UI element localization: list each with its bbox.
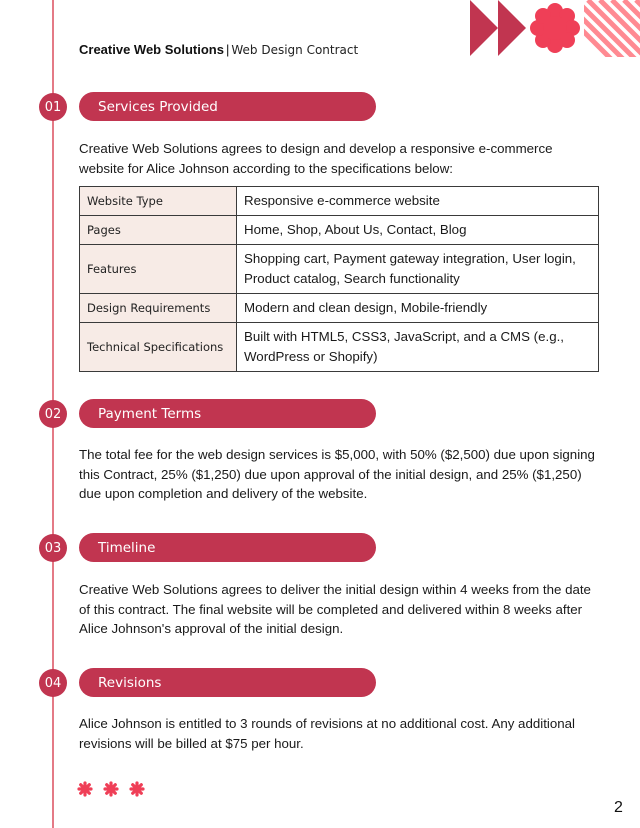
table-key: Technical Specifications (79, 322, 237, 372)
header-decoration (470, 0, 640, 57)
section-number: 03 (39, 534, 67, 562)
table-value: Built with HTML5, CSS3, JavaScript, and … (236, 322, 599, 372)
asterisk-icon (103, 781, 119, 797)
flower-icon (530, 3, 580, 53)
page-number: 2 (614, 799, 623, 816)
table-value: Modern and clean design, Mobile-friendly (236, 293, 599, 323)
table-row: Pages Home, Shop, About Us, Contact, Blo… (79, 215, 599, 245)
table-key: Pages (79, 215, 237, 245)
section-header-payment: 02 Payment Terms (0, 399, 400, 429)
section-header-revisions: 04 Revisions (0, 668, 400, 698)
specifications-table: Website Type Responsive e-commerce websi… (79, 186, 599, 372)
section-title: Services Provided (79, 92, 376, 121)
section-title: Revisions (79, 668, 376, 697)
table-key: Features (79, 244, 237, 294)
table-value: Home, Shop, About Us, Contact, Blog (236, 215, 599, 245)
company-name: Creative Web Solutions (79, 42, 224, 57)
table-row: Technical Specifications Built with HTML… (79, 322, 599, 372)
revisions-text: Alice Johnson is entitled to 3 rounds of… (79, 716, 575, 751)
header-separator: | (225, 42, 230, 57)
table-row: Features Shopping cart, Payment gateway … (79, 244, 599, 294)
timeline-text: Creative Web Solutions agrees to deliver… (79, 582, 591, 636)
document-header: Creative Web Solutions | Web Design Contra… (79, 42, 358, 57)
section-number: 04 (39, 669, 67, 697)
section-header-timeline: 03 Timeline (0, 533, 400, 563)
table-value: Shopping cart, Payment gateway integrati… (236, 244, 599, 294)
asterisk-icon (129, 781, 145, 797)
table-value: Responsive e-commerce website (236, 186, 599, 216)
footer-decoration (77, 781, 145, 797)
asterisk-icon (77, 781, 93, 797)
document-title: Web Design Contract (231, 43, 359, 57)
table-key: Design Requirements (79, 293, 237, 323)
section-header-services: 01 Services Provided (0, 92, 400, 122)
section-number: 01 (39, 93, 67, 121)
section-number: 02 (39, 400, 67, 428)
table-row: Design Requirements Modern and clean des… (79, 293, 599, 323)
double-triangle-arrow-icon (470, 0, 526, 56)
table-key: Website Type (79, 186, 237, 216)
payment-terms-text: The total fee for the web design service… (79, 447, 595, 501)
section-title: Timeline (79, 533, 376, 562)
section-title: Payment Terms (79, 399, 376, 428)
table-row: Website Type Responsive e-commerce websi… (79, 186, 599, 216)
services-intro: Creative Web Solutions agrees to design … (79, 141, 553, 176)
